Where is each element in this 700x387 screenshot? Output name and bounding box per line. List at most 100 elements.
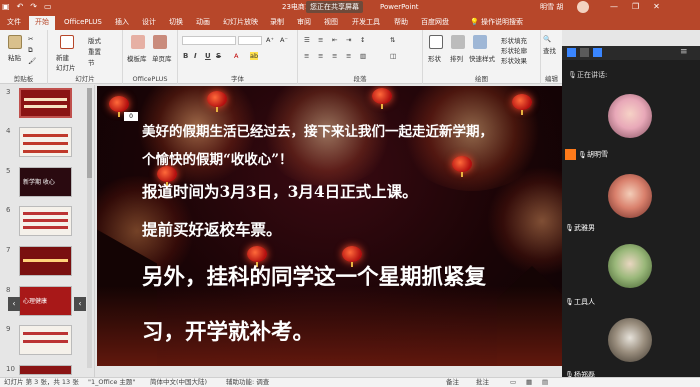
line-spacing-icon[interactable]: ↕ <box>360 36 365 44</box>
participant-avatar[interactable] <box>608 174 652 218</box>
undo-icon[interactable]: ↶ <box>17 2 24 12</box>
shape-fill-button[interactable]: 形状填充 <box>501 35 527 45</box>
shapes-button[interactable]: 形状 <box>428 53 441 63</box>
reset-button[interactable]: 重置 <box>88 46 101 56</box>
participant-name[interactable]: 🎙胡明雪 <box>565 149 608 160</box>
new-slide-button[interactable]: 新建 幻灯片 <box>56 52 76 72</box>
tab-transitions[interactable]: 切换 <box>169 16 183 29</box>
align-center-icon[interactable]: ≡ <box>318 52 323 60</box>
present-icon[interactable]: ▭ <box>44 2 52 12</box>
grid-view-icon[interactable] <box>567 48 576 57</box>
slide-text-line-5[interactable]: 另外，挂科的同学这一个星期抓紧复 <box>142 260 486 291</box>
accessibility[interactable]: 辅助功能: 调查 <box>226 378 269 387</box>
smartart-icon[interactable]: ◫ <box>390 52 396 60</box>
slide-text-line-6[interactable]: 习，开学就补考。 <box>142 315 314 346</box>
redo-icon[interactable]: ↷ <box>30 2 37 12</box>
justify-icon[interactable]: ≡ <box>346 52 351 60</box>
format-painter-icon[interactable]: 🖌 <box>28 57 36 65</box>
close-button[interactable]: ✕ <box>653 1 660 13</box>
numbering-icon[interactable]: ≡ <box>318 36 323 44</box>
cut-icon[interactable]: ✂ <box>28 35 33 43</box>
font-color-icon[interactable]: A <box>234 52 238 60</box>
quick-styles-icon[interactable] <box>473 35 487 49</box>
participant-name[interactable]: 🎙工具人 <box>565 297 595 307</box>
tab-file[interactable]: 文件 <box>7 16 21 29</box>
tab-help[interactable]: 帮助 <box>394 16 408 29</box>
comments-button[interactable]: 批注 <box>476 378 489 387</box>
tab-home[interactable]: 开始 <box>29 16 55 30</box>
template-library-button[interactable]: 模板库 <box>127 53 147 63</box>
new-slide-icon[interactable] <box>60 35 74 49</box>
slide-number-placeholder[interactable]: 0 <box>124 112 138 121</box>
language[interactable]: 简体中文(中国大陆) <box>150 378 207 387</box>
template-library-icon[interactable] <box>131 35 145 49</box>
shape-effects-button[interactable]: 形状效果 <box>501 55 527 65</box>
participant-avatar[interactable] <box>608 318 652 362</box>
tell-me-search[interactable]: 💡 操作说明搜索 <box>470 16 523 29</box>
tab-slideshow[interactable]: 幻灯片放映 <box>223 16 258 29</box>
section-button[interactable]: 节 <box>88 57 95 67</box>
share-badge[interactable]: 您正在共享屏幕 <box>306 1 363 13</box>
align-right-icon[interactable]: ≡ <box>332 52 337 60</box>
text-direction-icon[interactable]: ⇅ <box>390 36 395 44</box>
strikethrough-button[interactable]: S <box>216 52 221 60</box>
arrange-icon[interactable] <box>451 35 465 49</box>
user-name[interactable]: 明雪 胡 <box>540 2 563 12</box>
slide-text-line-1[interactable]: 美好的假期生活已经过去，接下来让我们一起走近新学期， <box>142 120 493 140</box>
grow-font-icon[interactable]: A⁺ <box>266 36 274 44</box>
paste-icon[interactable] <box>8 35 22 49</box>
list-view-icon[interactable] <box>580 48 589 57</box>
slide-thumbnail-3[interactable] <box>19 88 72 118</box>
minimize-button[interactable]: — <box>610 1 618 13</box>
avatar[interactable] <box>577 1 589 13</box>
italic-button[interactable]: I <box>194 52 197 60</box>
bold-button[interactable]: B <box>183 52 188 60</box>
participant-name[interactable]: 🎙武雅男 <box>565 223 595 233</box>
slide-sorter-icon[interactable]: ▦ <box>526 378 532 387</box>
slide-thumbnail-6[interactable] <box>19 206 72 236</box>
notes-button[interactable]: 备注 <box>446 378 459 387</box>
tab-insert[interactable]: 插入 <box>115 16 129 29</box>
gallery-view-icon[interactable] <box>593 48 602 57</box>
reading-view-icon[interactable]: ▤ <box>542 378 548 387</box>
single-page-library-icon[interactable] <box>153 35 167 49</box>
tab-officeplus[interactable]: OfficePLUS <box>64 16 102 29</box>
tab-design[interactable]: 设计 <box>142 16 156 29</box>
font-name-box[interactable] <box>182 36 236 45</box>
slide-text-line-3[interactable]: 报道时间为3月3日，3月4日正式上课。 <box>142 180 418 202</box>
quick-styles-button[interactable]: 快速样式 <box>469 53 495 63</box>
tab-developer[interactable]: 开发工具 <box>352 16 380 29</box>
find-icon[interactable]: 🔍 <box>543 35 551 43</box>
thumbnail-scrollbar[interactable] <box>87 88 92 368</box>
menu-icon[interactable]: ≡ <box>680 47 688 57</box>
font-size-box[interactable] <box>238 36 262 45</box>
underline-button[interactable]: U <box>205 52 211 60</box>
shrink-font-icon[interactable]: A⁻ <box>280 36 288 44</box>
columns-icon[interactable]: ▥ <box>360 52 366 60</box>
shape-outline-button[interactable]: 形状轮廓 <box>501 45 527 55</box>
slide-thumbnail-7[interactable] <box>19 246 72 276</box>
chevron-left-icon[interactable]: ‹ <box>8 297 20 311</box>
single-page-library-button[interactable]: 单页库 <box>152 53 172 63</box>
slide-thumbnail-5[interactable]: 新学期 收心 <box>19 167 72 197</box>
shapes-icon[interactable] <box>429 35 443 49</box>
bullets-icon[interactable]: ☰ <box>304 36 310 44</box>
copy-icon[interactable]: ⧉ <box>28 46 33 55</box>
slide-canvas[interactable]: 0 美好的假期生活已经过去，接下来让我们一起走近新学期， 个愉快的假期“收收心”… <box>97 86 562 366</box>
scrollbar-thumb[interactable] <box>87 88 92 178</box>
participant-avatar[interactable] <box>608 244 652 288</box>
decrease-indent-icon[interactable]: ⇤ <box>332 36 337 44</box>
tab-record[interactable]: 录制 <box>270 16 284 29</box>
tab-view[interactable]: 视图 <box>324 16 338 29</box>
slide-text-line-2[interactable]: 个愉快的假期“收收心”！ <box>142 148 293 168</box>
participant-avatar[interactable] <box>608 94 652 138</box>
chevron-right-icon[interactable]: ‹ <box>74 297 86 311</box>
highlight-icon[interactable]: ab <box>250 52 259 60</box>
slide-thumbnail-9[interactable] <box>19 325 72 355</box>
tab-baidu-netdisk[interactable]: 百度网盘 <box>421 16 449 29</box>
tab-review[interactable]: 审阅 <box>297 16 311 29</box>
slide-thumbnail-4[interactable] <box>19 127 72 157</box>
align-left-icon[interactable]: ≡ <box>304 52 309 60</box>
slide-text-line-4[interactable]: 提前买好返校车票。 <box>142 218 282 240</box>
increase-indent-icon[interactable]: ⇥ <box>346 36 351 44</box>
